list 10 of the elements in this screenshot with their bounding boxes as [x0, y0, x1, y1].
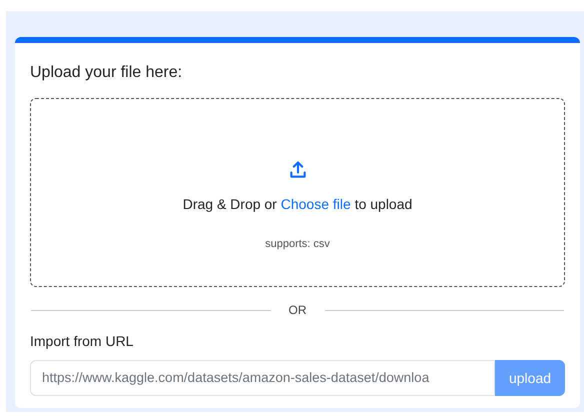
- choose-file-link[interactable]: Choose file: [280, 196, 351, 212]
- upload-icon: [288, 160, 308, 180]
- upload-button[interactable]: upload: [495, 360, 565, 396]
- drop-zone[interactable]: Drag & Drop or Choose file to upload supports: csv: [30, 98, 565, 287]
- supported-formats: supports: csv: [265, 237, 330, 252]
- url-label: Import from URL: [30, 332, 134, 351]
- or-divider-label: OR: [288, 302, 306, 319]
- card-heading: Upload your file here:: [30, 63, 184, 83]
- drop-instructions: Drag & Drop or Choose file to upload: [182, 195, 412, 214]
- url-field[interactable]: https://www.kaggle.com/datasets/amazon-sales-dataset/downloa: [30, 360, 495, 396]
